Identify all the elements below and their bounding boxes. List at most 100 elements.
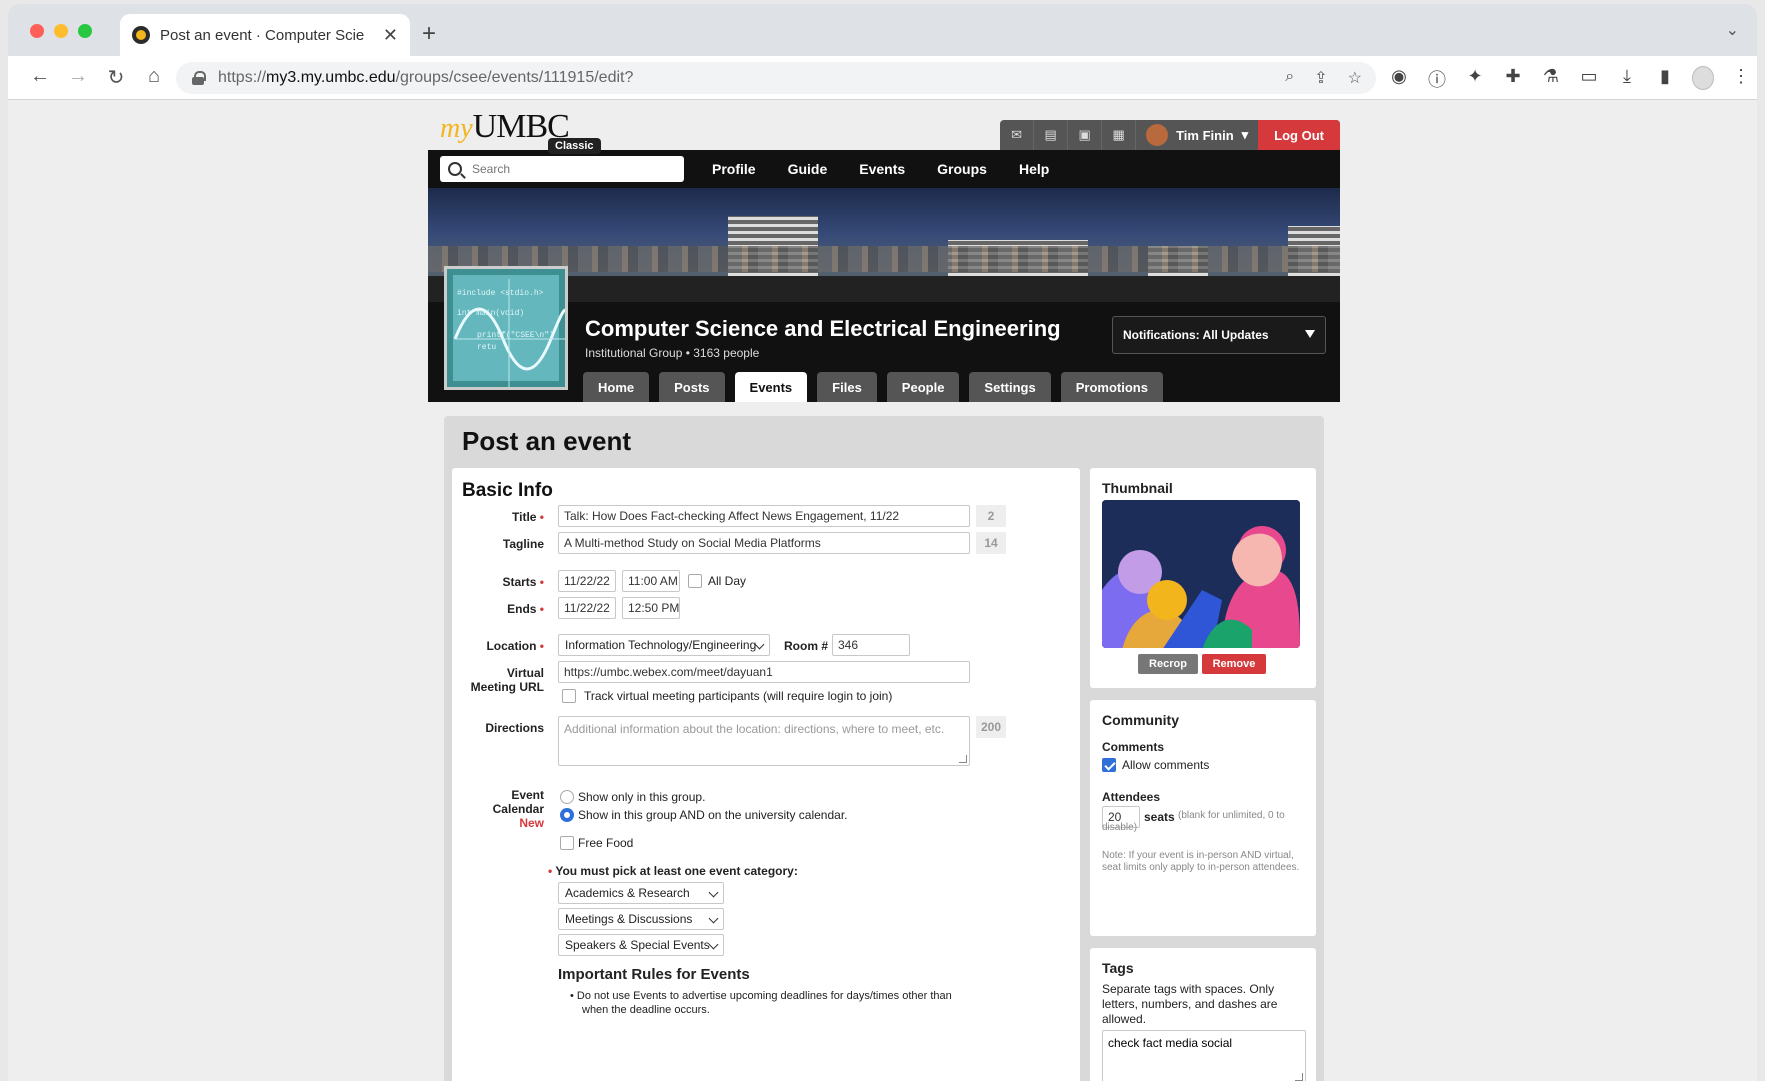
address-bar[interactable]: https://my3.my.umbc.edu/groups/csee/even…: [176, 62, 1376, 94]
notes-icon[interactable]: ▣: [1068, 120, 1103, 150]
minimize-window-button[interactable]: [54, 24, 68, 38]
side-panel-icon[interactable]: ▮: [1654, 66, 1676, 92]
tagline-char-counter: 14: [976, 532, 1006, 554]
category-select-3[interactable]: Speakers & Special Events: [558, 934, 724, 956]
group-name: Computer Science and Electrical Engineer…: [585, 316, 1061, 341]
chevron-down-icon: [708, 939, 719, 950]
share-icon[interactable]: ⇪: [1314, 68, 1327, 88]
location-selected-value: Information Technology/Engineering: [565, 638, 757, 652]
extension-dog-icon[interactable]: ◉: [1388, 66, 1410, 92]
allow-comments-checkbox[interactable]: [1102, 758, 1116, 772]
tab-files[interactable]: Files: [817, 372, 877, 402]
tagline-label: Tagline: [502, 537, 544, 551]
remove-thumbnail-button[interactable]: Remove: [1202, 654, 1266, 674]
nav-events[interactable]: Events: [859, 161, 905, 177]
notifications-dropdown[interactable]: Notifications: All Updates: [1112, 316, 1326, 354]
nav-help[interactable]: Help: [1019, 161, 1049, 177]
site-header: myUMBC Classic ✉ ▤ ▣ ▦ Tim Finin ▾ Log O…: [428, 100, 1340, 154]
thumbnail-heading: Thumbnail: [1102, 480, 1173, 496]
nav-guide[interactable]: Guide: [788, 161, 828, 177]
calendar-university-label: Show in this group AND on the university…: [578, 808, 848, 822]
all-day-checkbox[interactable]: [688, 574, 702, 588]
resize-grip-icon[interactable]: [959, 755, 967, 763]
user-menu[interactable]: Tim Finin ▾: [1136, 120, 1258, 150]
category-select-1[interactable]: Academics & Research: [558, 882, 724, 904]
tab-events[interactable]: Events: [734, 372, 808, 402]
track-participants-checkbox[interactable]: [562, 689, 576, 703]
thumbnail-card: Thumbnail Recrop Remove: [1090, 468, 1316, 688]
extension-pin-icon[interactable]: ✦: [1464, 66, 1486, 92]
announcements-icon[interactable]: ✉: [1000, 120, 1035, 150]
extensions-puzzle-icon[interactable]: ✚: [1502, 66, 1524, 92]
bookmark-star-icon[interactable]: ☆: [1348, 68, 1362, 88]
labs-flask-icon[interactable]: ⚗: [1540, 66, 1562, 92]
title-input[interactable]: Talk: How Does Fact-checking Affect News…: [558, 505, 970, 527]
directions-textarea[interactable]: Additional information about the locatio…: [558, 716, 970, 766]
extension-info-icon[interactable]: ⓘ: [1426, 66, 1448, 92]
search-icon: [448, 162, 462, 176]
back-arrow-icon[interactable]: ←: [22, 65, 58, 90]
track-participants-label: Track virtual meeting participants (will…: [584, 689, 893, 703]
rule-item: • Do not use Events to advertise upcomin…: [570, 990, 952, 1002]
zoom-icon[interactable]: ⌕: [1285, 68, 1294, 88]
seats-hint: (blank for unlimited, 0 to disable): [1102, 810, 1285, 833]
home-icon[interactable]: ⌂: [136, 65, 172, 90]
room-input[interactable]: 346: [832, 634, 910, 656]
start-date-input[interactable]: 11/22/22: [558, 570, 616, 592]
end-date-input[interactable]: 11/22/22: [558, 597, 616, 619]
download-icon[interactable]: ⤓: [1616, 66, 1638, 92]
recrop-button[interactable]: Recrop: [1138, 654, 1198, 674]
category-select-2[interactable]: Meetings & Discussions: [558, 908, 724, 930]
category-3-value: Speakers & Special Events: [565, 938, 710, 952]
user-name: Tim Finin: [1176, 127, 1234, 143]
nav-groups[interactable]: Groups: [937, 161, 987, 177]
browser-menu-icon[interactable]: ⋮: [1730, 66, 1752, 92]
tab-settings[interactable]: Settings: [969, 372, 1051, 402]
user-menu-caret-icon: ▾: [1241, 127, 1249, 142]
tab-home[interactable]: Home: [583, 372, 650, 402]
location-select[interactable]: Information Technology/Engineering: [558, 634, 770, 656]
calendar-group-only-radio[interactable]: [560, 790, 574, 804]
tab-posts[interactable]: Posts: [659, 372, 725, 402]
all-day-label: All Day: [708, 574, 747, 588]
reload-icon[interactable]: ↻: [98, 65, 134, 90]
lock-icon: [192, 71, 206, 85]
virtual-url-input[interactable]: https://umbc.webex.com/meet/dayuan1: [558, 661, 970, 683]
calendar-university-radio[interactable]: [560, 808, 574, 822]
tags-textarea[interactable]: check fact media social: [1102, 1030, 1306, 1081]
logout-button[interactable]: Log Out: [1258, 120, 1340, 150]
start-time-input[interactable]: 11:00 AM: [622, 570, 680, 592]
myumbc-logo[interactable]: myUMBC Classic: [440, 108, 601, 154]
maximize-window-button[interactable]: [78, 24, 92, 38]
nav-profile[interactable]: Profile: [712, 161, 756, 177]
browser-tab-active[interactable]: Post an event · Computer Scie ✕: [120, 14, 410, 56]
resize-grip-icon[interactable]: [1295, 1073, 1303, 1081]
end-time-input[interactable]: 12:50 PM: [622, 597, 680, 619]
search-input[interactable]: [472, 162, 672, 176]
tab-people[interactable]: People: [886, 372, 960, 402]
tagline-input[interactable]: A Multi-method Study on Social Media Pla…: [558, 532, 970, 554]
cast-icon[interactable]: ▭: [1578, 66, 1600, 92]
free-food-checkbox[interactable]: [560, 836, 574, 850]
tab-promotions[interactable]: Promotions: [1060, 372, 1163, 402]
new-tab-icon[interactable]: +: [422, 20, 436, 48]
close-window-button[interactable]: [30, 24, 44, 38]
messages-icon[interactable]: ▤: [1034, 120, 1069, 150]
notifications-label: Notifications: All Updates: [1123, 328, 1269, 342]
forward-arrow-icon[interactable]: →: [60, 65, 96, 90]
community-heading: Community: [1102, 712, 1179, 728]
umbc-favicon-icon: [132, 26, 150, 44]
group-tabs: Home Posts Events Files People Settings …: [583, 372, 1163, 402]
directions-label: Directions: [485, 721, 544, 735]
tags-value: check fact media social: [1108, 1036, 1233, 1050]
thumb-code-line-2: int main(void): [457, 309, 524, 318]
group-subtitle: Institutional Group • 3163 people: [585, 346, 760, 360]
tab-close-icon[interactable]: ✕: [383, 25, 398, 46]
url-host: my3.my.umbc.edu: [266, 69, 396, 86]
profile-avatar-icon[interactable]: [1692, 66, 1714, 90]
attendees-label: Attendees: [1102, 790, 1161, 804]
apps-grid-icon[interactable]: ▦: [1102, 120, 1137, 150]
tab-title: Post an event · Computer Scie: [160, 26, 365, 44]
virtual-url-label: Virtual Meeting URL: [470, 666, 544, 694]
tab-search-chevron-icon[interactable]: ⌄: [1726, 20, 1739, 40]
